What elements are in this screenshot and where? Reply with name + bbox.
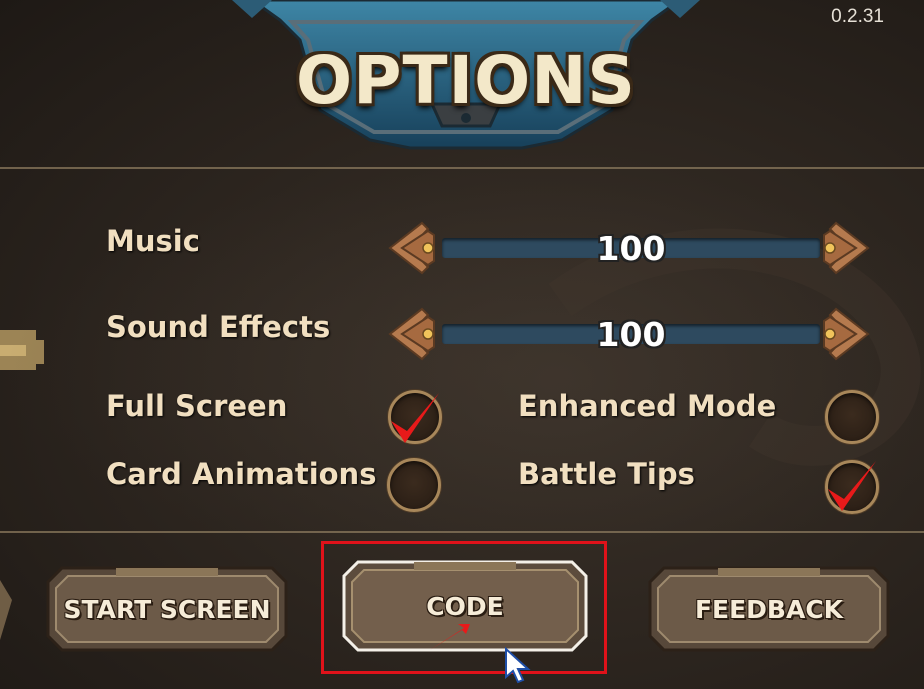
card-animations-checkbox[interactable] [387, 458, 441, 512]
start-screen-button-label: START SCREEN [63, 594, 271, 624]
music-decrease-left-arrow-icon[interactable] [388, 221, 438, 275]
feedback-button-label: FEEDBACK [694, 594, 844, 624]
sound-effects-decrease-left-arrow-icon[interactable] [388, 307, 438, 361]
bottom-divider [0, 531, 924, 533]
card-animations-label: Card Animations [106, 457, 377, 491]
battle-tips-label: Battle Tips [518, 457, 695, 491]
annotation-arrow [430, 624, 470, 650]
version-label: 0.2.31 [831, 6, 884, 27]
battle-tips-checkbox[interactable] [825, 460, 879, 514]
page-title: OPTIONS [296, 42, 636, 119]
mouse-cursor-icon [505, 647, 531, 684]
enhanced-mode-checkbox[interactable] [825, 390, 879, 444]
start-screen-button[interactable]: START SCREEN [46, 566, 288, 652]
highlight-box [321, 541, 607, 674]
full-screen-label: Full Screen [106, 389, 288, 423]
music-increase-right-arrow-icon[interactable] [820, 221, 870, 275]
sound-effects-value: 100 [596, 315, 666, 354]
full-screen-checkbox[interactable] [388, 390, 442, 444]
check-icon [391, 393, 439, 443]
sound-effects-label: Sound Effects [106, 310, 331, 344]
check-icon [828, 461, 876, 511]
enhanced-mode-label: Enhanced Mode [518, 389, 777, 423]
music-value: 100 [596, 229, 666, 268]
music-label: Music [106, 224, 200, 258]
sound-effects-increase-right-arrow-icon[interactable] [820, 307, 870, 361]
feedback-button[interactable]: FEEDBACK [648, 566, 890, 652]
